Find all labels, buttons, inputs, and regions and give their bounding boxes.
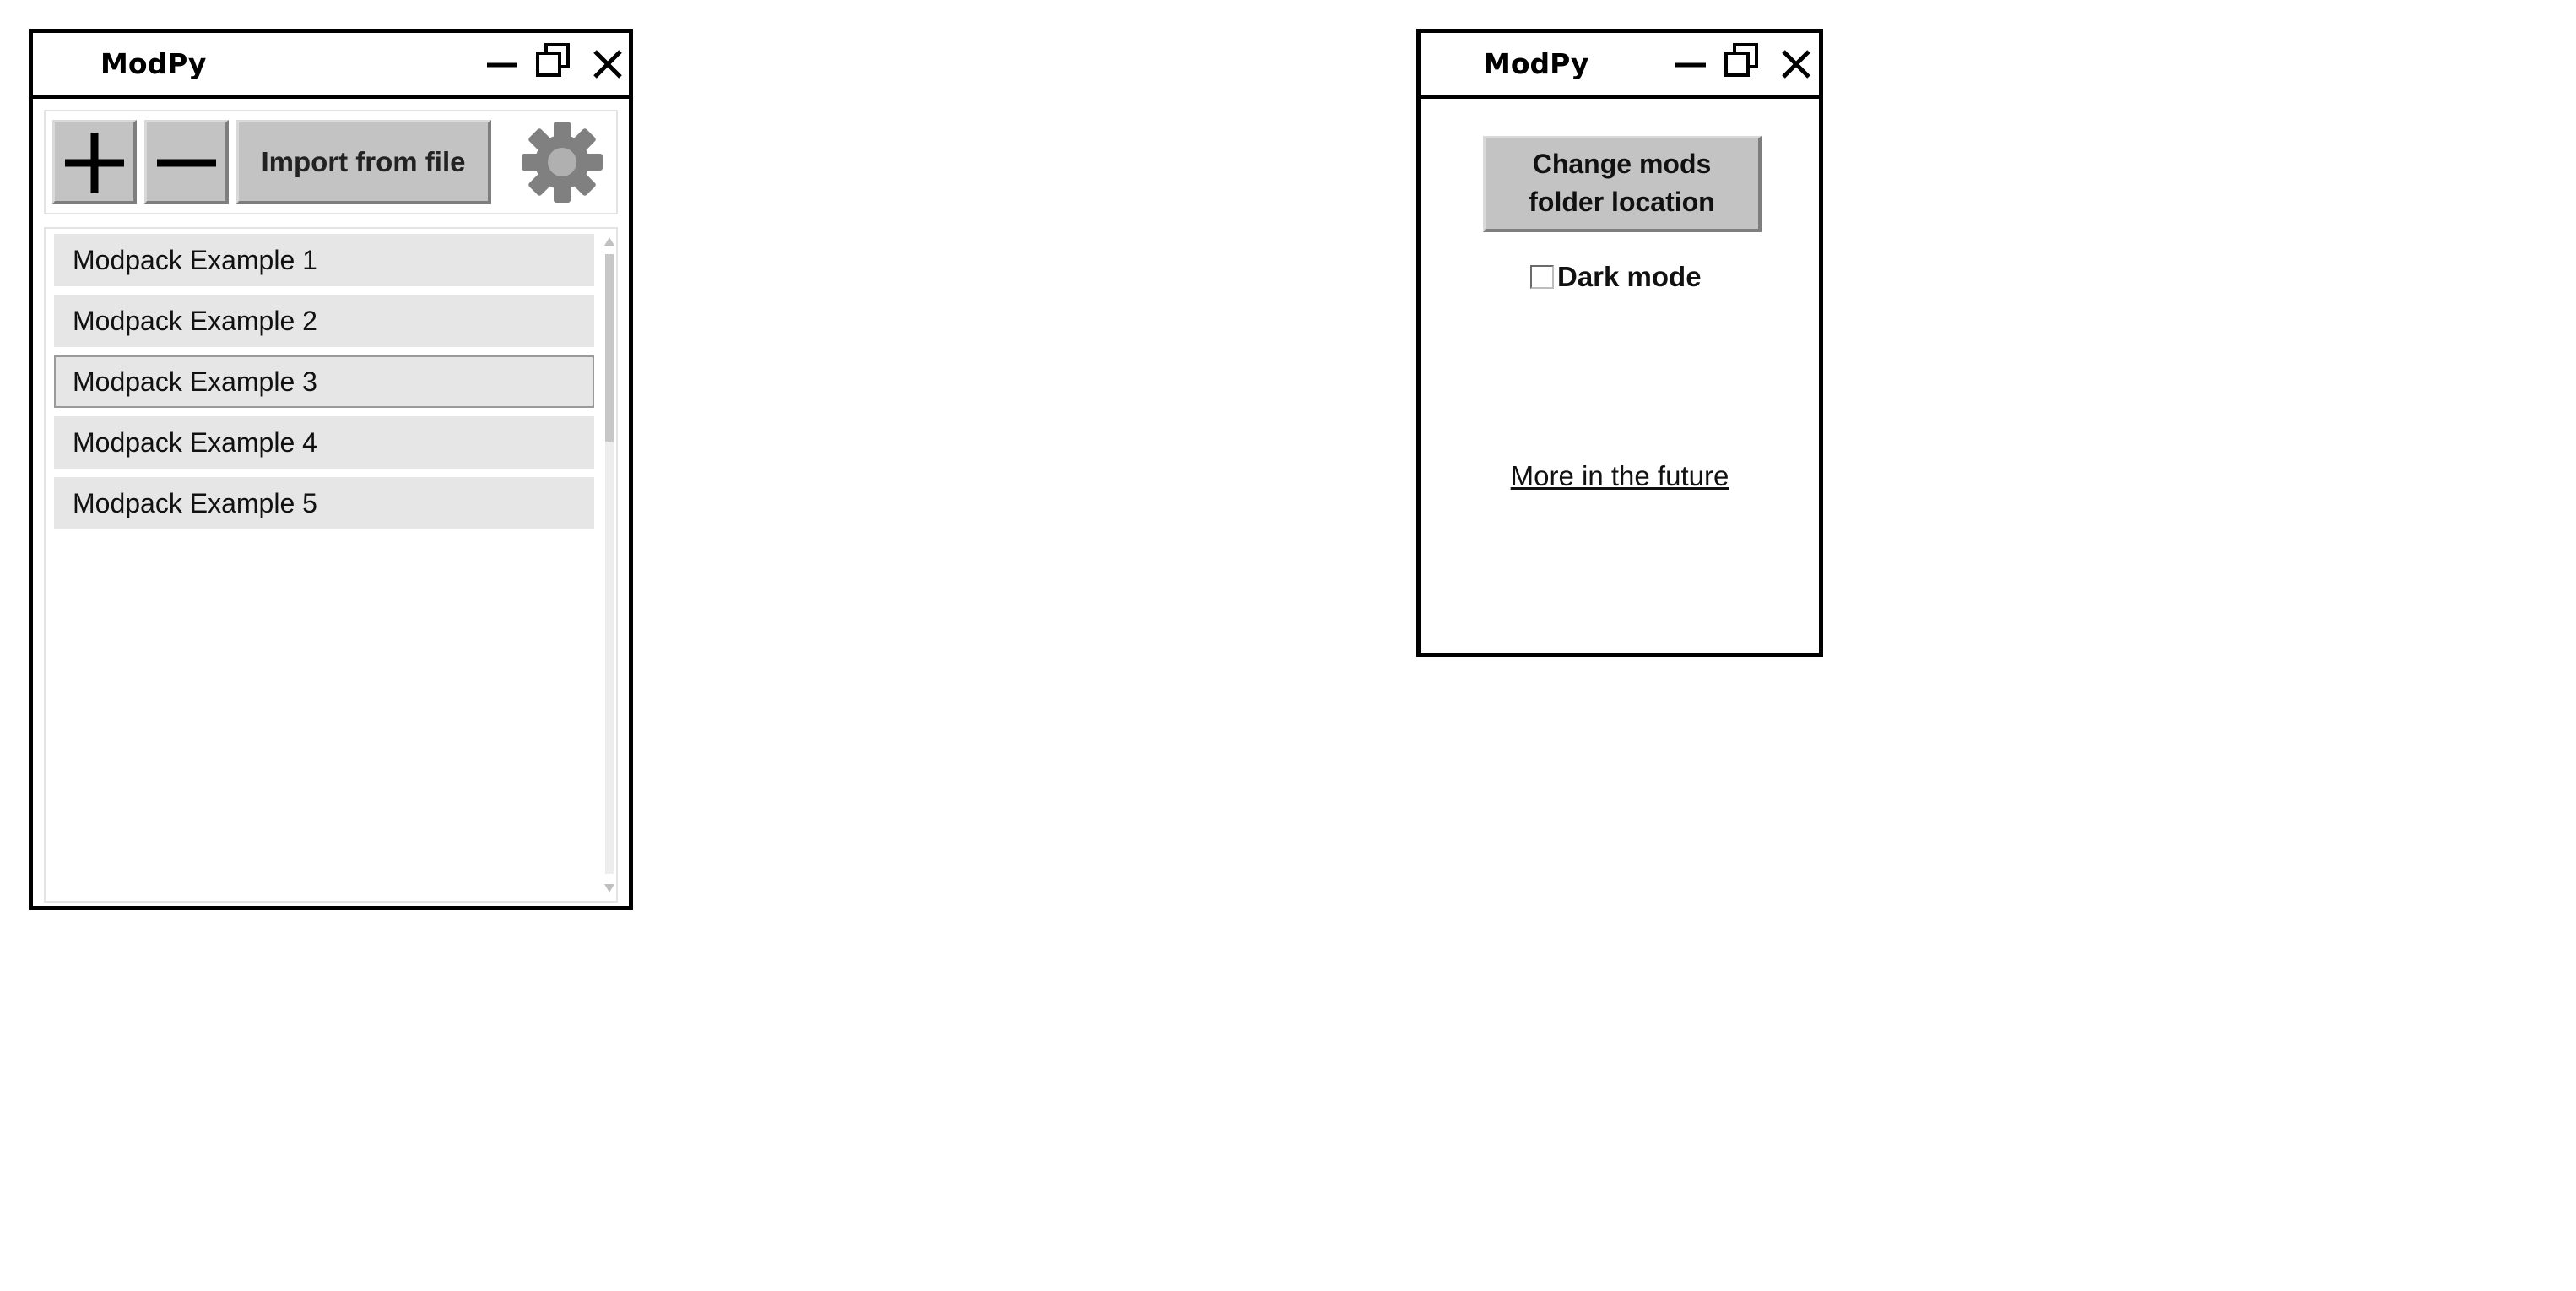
close-icon (1782, 50, 1810, 79)
minimize-button[interactable] (479, 40, 528, 89)
list-item[interactable]: Modpack Example 5 (54, 477, 594, 529)
restore-icon (536, 43, 570, 77)
scroll-up-arrow[interactable] (603, 234, 616, 251)
arrow-down-icon (604, 884, 614, 892)
dark-mode-checkbox[interactable] (1530, 265, 1554, 289)
close-button[interactable] (585, 40, 634, 89)
button-label-line2: folder location (1529, 187, 1715, 217)
minimize-icon (1675, 62, 1706, 68)
settings-window: ModPy Change mods folder location Dark m… (1416, 29, 1823, 657)
change-mods-folder-button[interactable]: Change mods folder location (1483, 136, 1762, 232)
toolbar: Import from file (44, 110, 618, 214)
arrow-up-icon (604, 237, 614, 246)
title-bar[interactable]: ModPy (1421, 33, 1819, 99)
import-from-file-button[interactable]: Import from file (236, 120, 491, 204)
plus-icon (65, 133, 124, 193)
dark-mode-toggle[interactable]: Dark mode (1530, 261, 1702, 301)
minimize-icon (487, 62, 517, 68)
restore-icon (1724, 43, 1758, 77)
list-item-selected[interactable]: Modpack Example 3 (54, 355, 594, 408)
gear-icon (522, 122, 603, 203)
maximize-button[interactable] (531, 40, 580, 89)
window-title: ModPy (100, 47, 207, 80)
close-button[interactable] (1773, 40, 1822, 89)
window-title: ModPy (1483, 47, 1589, 80)
remove-modpack-button[interactable] (144, 120, 229, 204)
settings-button[interactable] (520, 120, 604, 204)
close-icon (593, 50, 622, 79)
more-in-future-text: More in the future (1510, 460, 1729, 491)
modpack-list: Modpack Example 1 Modpack Example 2 Modp… (44, 227, 618, 903)
list-item[interactable]: Modpack Example 1 (54, 234, 594, 286)
list-item[interactable]: Modpack Example 2 (54, 295, 594, 347)
scrollbar[interactable] (603, 234, 616, 896)
title-bar[interactable]: ModPy (33, 33, 629, 99)
scroll-down-arrow[interactable] (603, 879, 616, 896)
minimize-button[interactable] (1667, 40, 1716, 89)
list-item[interactable]: Modpack Example 4 (54, 416, 594, 469)
scroll-thumb[interactable] (605, 254, 614, 442)
button-label-line1: Change mods (1532, 149, 1712, 179)
maximize-button[interactable] (1719, 40, 1768, 89)
dark-mode-label: Dark mode (1557, 261, 1702, 292)
minus-icon (157, 159, 216, 167)
add-modpack-button[interactable] (52, 120, 137, 204)
main-window: ModPy Import from file Modpack Example 1… (29, 29, 633, 910)
